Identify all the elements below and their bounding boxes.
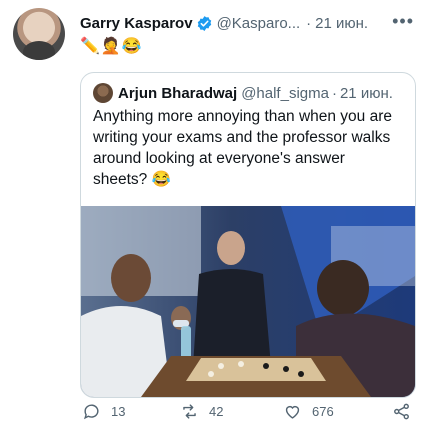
quoted-date: 21 июн. <box>339 84 393 102</box>
reply-count: 13 <box>111 404 126 419</box>
photo-chess-piece <box>238 361 244 367</box>
separator-dot: · <box>306 14 312 32</box>
quoted-text: Anything more annoying than when you are… <box>93 108 393 188</box>
verified-badge-icon <box>197 15 211 31</box>
photo-chess-piece <box>283 366 289 372</box>
like-count: 676 <box>312 404 334 419</box>
photo-standing-head <box>217 231 245 265</box>
photo-water-bottle <box>181 326 191 360</box>
reply-icon <box>83 404 99 420</box>
quoted-author-name: Arjun Bharadwaj <box>118 84 238 102</box>
photo-chess-piece <box>208 371 214 377</box>
quoted-avatar <box>93 83 113 103</box>
quoted-tweet[interactable]: Arjun Bharadwaj @half_sigma · 21 июн. An… <box>80 72 416 398</box>
retweet-icon <box>183 404 196 419</box>
photo-right-player-head <box>317 260 369 316</box>
more-options-icon[interactable]: ••• <box>392 11 414 32</box>
retweet-button[interactable]: 42 <box>180 402 223 421</box>
avatar-shoulders <box>23 41 55 60</box>
author-avatar[interactable] <box>13 8 65 60</box>
tweet-card: Garry Kasparov @Kasparo... · 21 июн. •••… <box>0 0 430 440</box>
quoted-photo[interactable] <box>81 206 415 397</box>
photo-spectator-mask <box>173 320 189 327</box>
reply-button[interactable]: 13 <box>82 402 125 421</box>
share-icon <box>394 403 409 420</box>
heart-icon <box>285 405 300 419</box>
photo-chess-piece <box>298 371 304 377</box>
tweet-text: ✏️🤦😂 <box>80 38 143 55</box>
separator-dot: · <box>331 84 337 102</box>
photo-chess-piece <box>263 363 269 369</box>
like-button[interactable]: 676 <box>283 402 334 421</box>
photo-standing-body <box>193 269 271 366</box>
author-handle[interactable]: @Kasparo... <box>217 15 301 32</box>
photo-chessboard <box>186 358 326 381</box>
author-name[interactable]: Garry Kasparov <box>80 15 193 32</box>
share-button[interactable] <box>392 402 421 421</box>
quoted-author-handle: @half_sigma <box>241 84 329 102</box>
tweet-date[interactable]: 21 июн. <box>315 15 368 32</box>
photo-chess-piece <box>218 363 224 369</box>
tweet-header: Garry Kasparov @Kasparo... · 21 июн. ••• <box>80 11 418 33</box>
retweet-count: 42 <box>209 404 224 419</box>
tweet-actions: 13 42 676 <box>80 402 415 426</box>
quoted-header: Arjun Bharadwaj @half_sigma · 21 июн. <box>93 83 407 103</box>
photo-left-player-head <box>111 254 151 302</box>
